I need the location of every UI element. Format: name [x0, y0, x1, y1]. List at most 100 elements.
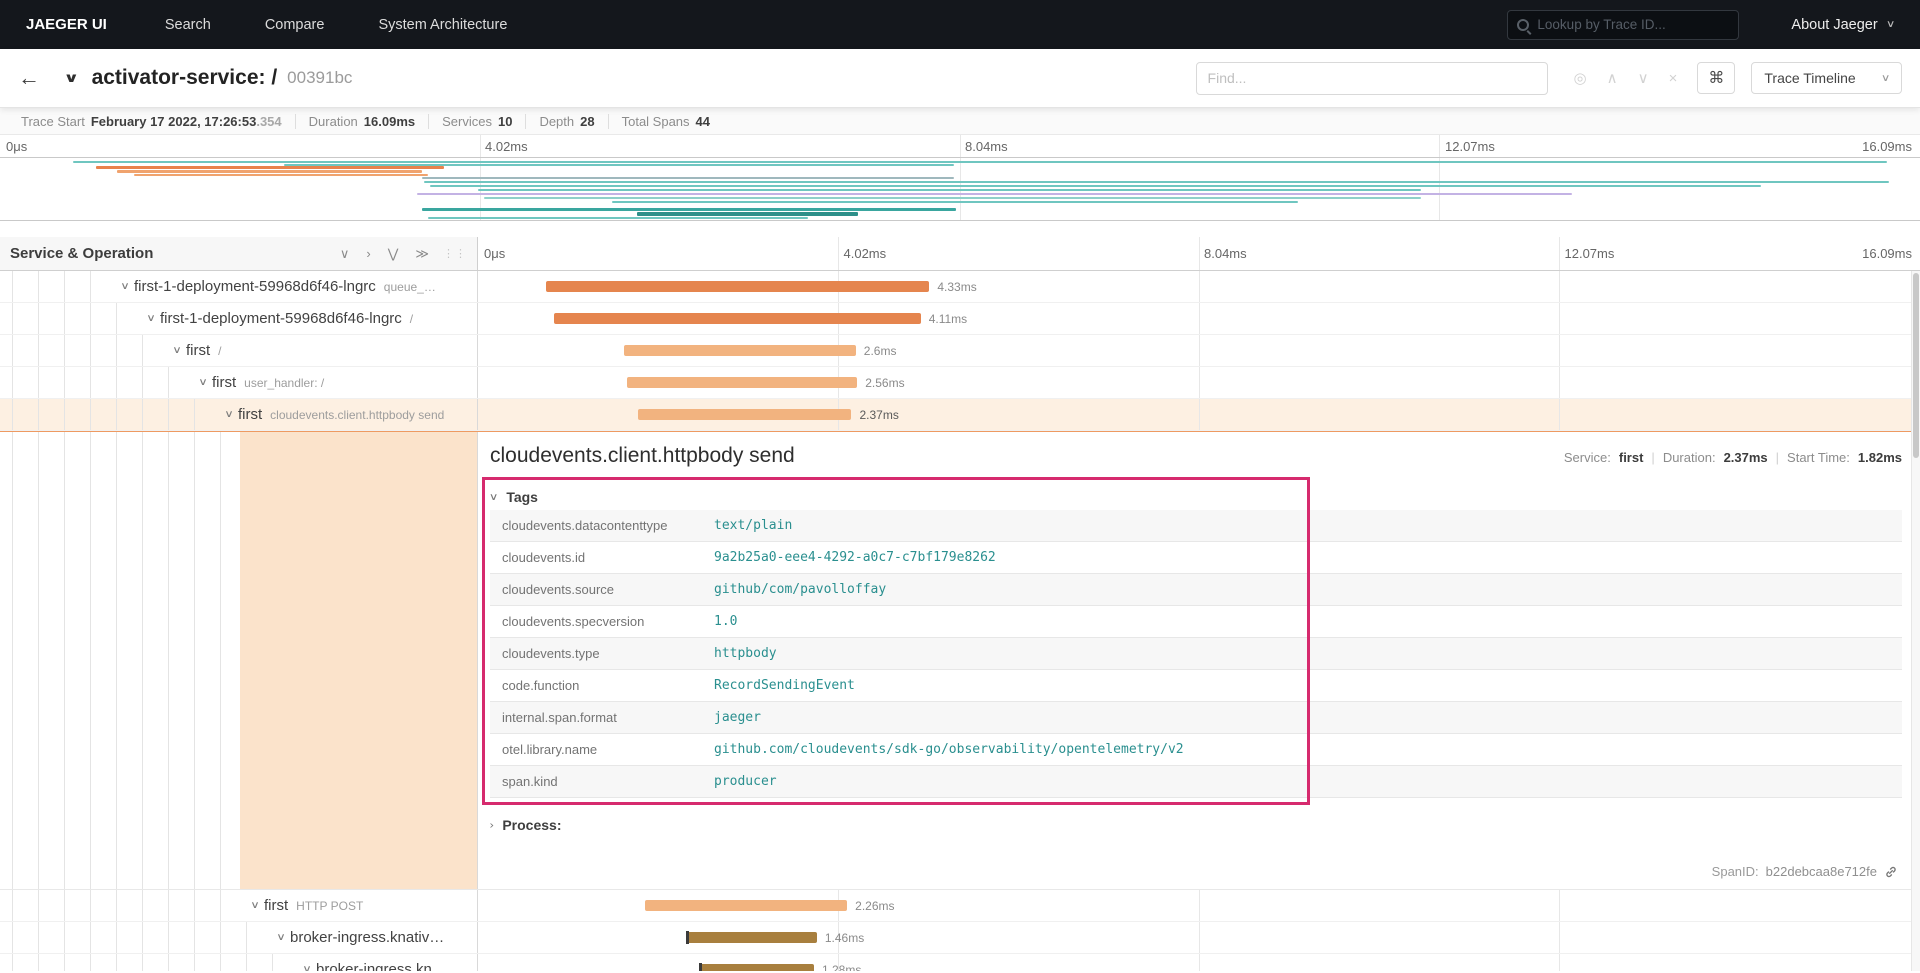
scrollbar-thumb[interactable] — [1913, 273, 1919, 458]
trace-lookup-input[interactable] — [1537, 17, 1730, 32]
service-name: first — [186, 342, 211, 359]
find-box[interactable] — [1195, 61, 1548, 95]
axis-tick: 8.04ms — [1204, 246, 1247, 261]
span-row[interactable]: ∨ first-1-deployment-59968d6f46-lngrc/4.1… — [0, 303, 1920, 335]
span-bar[interactable] — [626, 377, 858, 388]
span-bar[interactable] — [554, 313, 921, 324]
indent-guides — [0, 432, 221, 889]
span-row-timeline-cell: 1.28ms — [478, 954, 1920, 971]
expand-children-icon[interactable]: › — [366, 246, 370, 261]
span-row[interactable]: ∨ first cloudevents.client.httpbody send 2.… — [0, 399, 1920, 431]
expand-all-icon[interactable]: ≫ — [415, 246, 429, 262]
span-row[interactable]: ∨ broker-ingress.knativ… 1.46ms — [0, 922, 1920, 954]
indent-guides — [0, 335, 143, 366]
tag-key: cloudevents.source — [502, 582, 615, 597]
rows-below: ∨ first HTTP POST 2.26ms ∨ broker-ingress.kna… — [0, 890, 1920, 971]
tags-section-label: Tags — [506, 489, 538, 505]
trace-id: 00391bc — [287, 68, 353, 87]
operation-name: user_handler: / — [244, 375, 325, 390]
collapse-controls: ∨ › ⋁ ≫ — [340, 246, 429, 262]
columns-header: Service & Operation ∨ › ⋁ ≫ ⋮⋮ 0μs 4.02ms 8.0… — [0, 237, 1920, 271]
span-duration-label: 2.56ms — [865, 376, 905, 390]
back-arrow-icon[interactable]: ← — [18, 65, 40, 91]
summary-item-label: Depth — [539, 113, 575, 129]
minimap-span — [478, 189, 1421, 191]
span-id-label: SpanID: — [1711, 864, 1759, 879]
span-bar[interactable] — [623, 345, 856, 356]
nav-item-compare[interactable]: Compare — [265, 17, 325, 33]
span-bar[interactable] — [545, 281, 930, 292]
start-time-meta-label: Start Time: — [1787, 450, 1850, 465]
tag-row: cloudevents.source github/com/pavolloffay — [490, 574, 1902, 606]
service-name: first — [238, 406, 263, 423]
tag-key: cloudevents.specversion — [502, 614, 645, 629]
find-next-icon[interactable]: ∨ — [1638, 69, 1649, 87]
span-row-name-cell: ∨ first cloudevents.client.httpbody send — [0, 399, 478, 430]
trace-header: ← ∨ activator-service: / 00391bc ◎∧∨× ⌘ … — [0, 49, 1920, 108]
span-bar[interactable] — [638, 409, 852, 420]
about-jaeger-label: About Jaeger — [1791, 16, 1878, 33]
trace-collapse-chevron-icon[interactable]: ∨ — [63, 70, 79, 86]
span-duration-label: 2.26ms — [855, 899, 895, 913]
tag-key: cloudevents.id — [502, 550, 586, 565]
process-section-toggle[interactable]: › Process: — [489, 812, 1902, 838]
tag-value: producer — [714, 774, 777, 789]
process-section-label: Process: — [502, 817, 562, 833]
axis-tick: 8.04ms — [965, 139, 1008, 154]
vertical-scrollbar[interactable] — [1911, 271, 1920, 971]
span-row-timeline-cell: 2.37ms — [478, 399, 1920, 430]
span-row[interactable]: ∨ first-1-deployment-59968d6f46-lngrc queu… — [0, 271, 1920, 303]
nav-item-search[interactable]: Search — [165, 17, 211, 33]
tag-key: otel.library.name — [502, 742, 598, 757]
nav-item-system-architecture[interactable]: System Architecture — [378, 17, 507, 33]
match-info-icon[interactable]: ◎ — [1574, 69, 1587, 87]
chevron-down-icon: ∨ — [1880, 72, 1891, 84]
topnav-right: About Jaeger ∨ — [1507, 9, 1895, 40]
find-prev-icon[interactable]: ∧ — [1607, 69, 1618, 87]
span-bar[interactable] — [645, 900, 848, 911]
meta-separator: | — [1775, 450, 1780, 465]
about-jaeger-menu[interactable]: About Jaeger ∨ — [1791, 16, 1895, 33]
trace-view-label: Trace Timeline — [1764, 70, 1856, 86]
span-duration-label: 1.46ms — [824, 931, 865, 945]
collapse-all-icon[interactable]: ⋁ — [388, 246, 399, 262]
collapse-children-icon[interactable]: ∨ — [340, 246, 350, 262]
tag-key: cloudevents.type — [502, 646, 600, 661]
span-bar[interactable] — [698, 963, 814, 971]
operation-name: HTTP POST — [296, 898, 364, 913]
trace-lookup-box[interactable] — [1507, 9, 1740, 40]
deep-link-icon[interactable] — [1884, 865, 1898, 879]
minimap-canvas[interactable] — [0, 157, 1920, 221]
span-row-timeline-cell: 1.46ms — [478, 922, 1920, 953]
column-resizer-grip[interactable]: ⋮⋮ — [443, 247, 467, 260]
service-operation-label: Service & Operation — [10, 245, 154, 262]
meta-separator: | — [1651, 450, 1655, 465]
trace-view-select[interactable]: Trace Timeline ∨ — [1751, 62, 1902, 94]
axis-tick: 0μs — [484, 246, 506, 261]
span-row[interactable]: ∨ broker-ingress.kn… 1.28ms — [0, 954, 1920, 971]
span-row[interactable]: ∨ first HTTP POST 2.26ms — [0, 890, 1920, 922]
tags-section-toggle[interactable]: ∨ Tags — [488, 484, 1902, 510]
service-name: first — [264, 897, 289, 914]
span-detail-panel: cloudevents.client.httpbody send Service… — [478, 432, 1920, 889]
span-row[interactable]: ∨ first user_handler: /2.56ms — [0, 367, 1920, 399]
span-bar[interactable] — [685, 931, 817, 944]
keyboard-shortcuts-button[interactable]: ⌘ — [1697, 62, 1736, 94]
command-icon: ⌘ — [1708, 70, 1725, 87]
summary-item-value: 16.09ms — [363, 113, 416, 129]
span-row[interactable]: ∨ first/2.6ms — [0, 335, 1920, 367]
app-logo[interactable]: JAEGER UI — [26, 16, 107, 33]
find-input[interactable] — [1207, 70, 1536, 86]
chevron-down-icon: ∨ — [488, 491, 499, 503]
span-row-timeline-cell: 4.33ms — [478, 271, 1920, 302]
minimap-span — [430, 185, 1761, 187]
minimap-span — [96, 166, 444, 169]
tag-key: internal.span.format — [502, 710, 617, 725]
tag-row: span.kind producer — [490, 766, 1902, 798]
find-clear-icon[interactable]: × — [1669, 70, 1678, 87]
summary-item-value: 44 — [695, 113, 711, 129]
service-operation-header: Service & Operation ∨ › ⋁ ≫ ⋮⋮ — [0, 237, 478, 270]
summary-item-label: Duration — [308, 113, 358, 129]
span-row-name-cell: ∨ first-1-deployment-59968d6f46-lngrc queu… — [0, 271, 478, 302]
minimap-span — [416, 193, 1573, 195]
